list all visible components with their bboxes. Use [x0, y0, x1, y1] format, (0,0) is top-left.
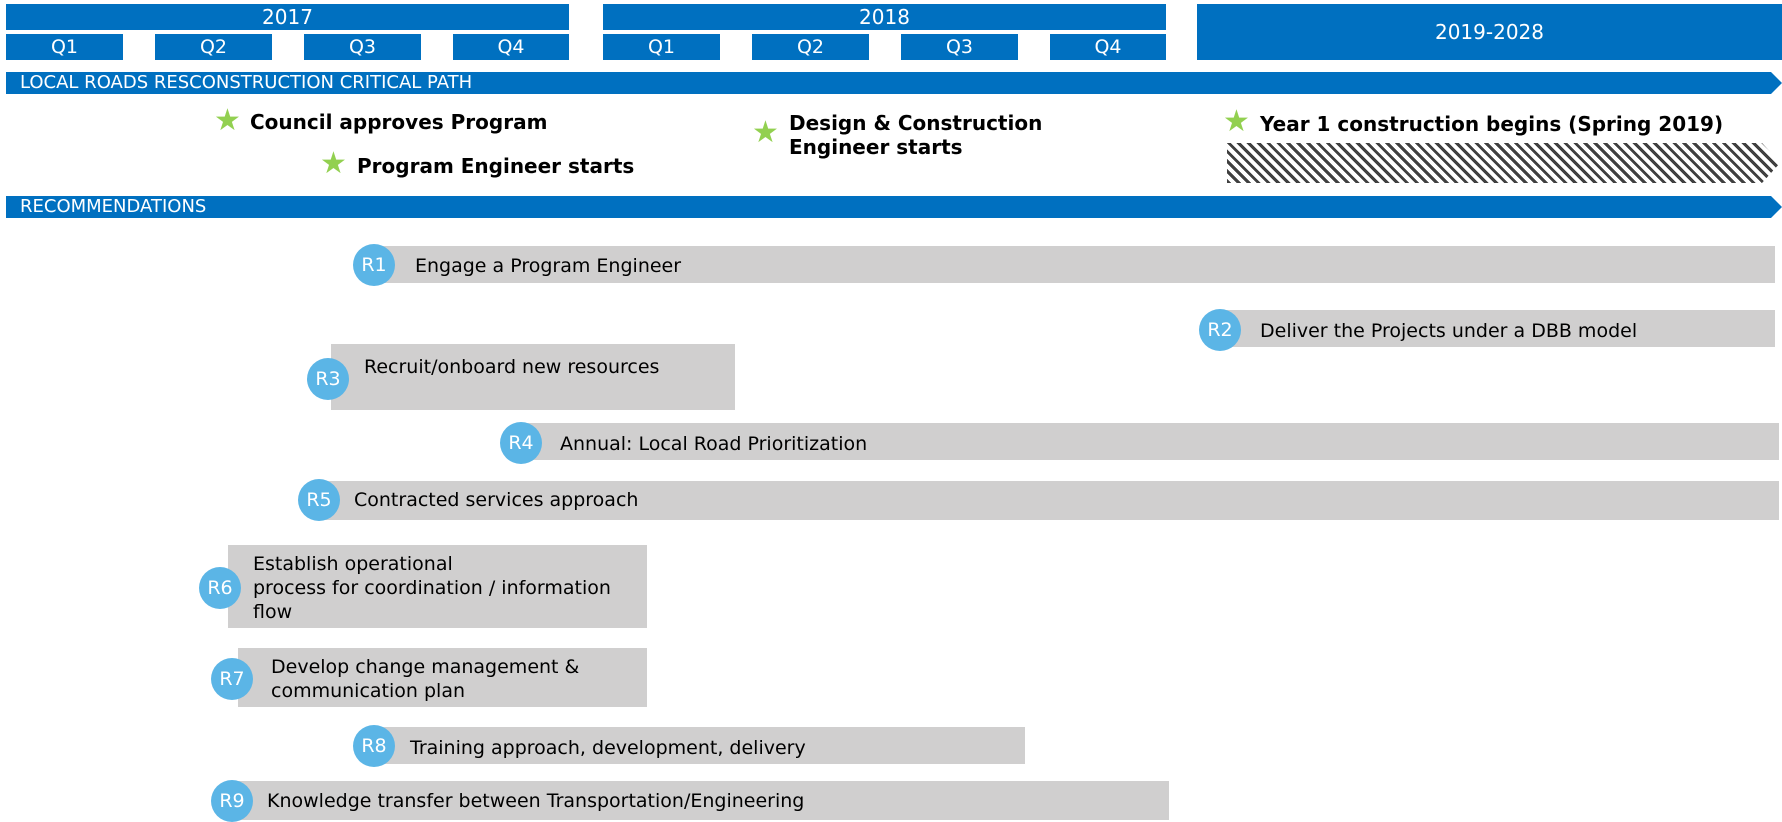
- quarter-header: Q1: [603, 34, 720, 60]
- construction-period-hatch: [1227, 143, 1780, 183]
- quarter-header: Q4: [1050, 34, 1166, 60]
- quarter-header: Q2: [752, 34, 869, 60]
- label-line: Establish operational: [253, 553, 453, 575]
- milestone-design-construction: Design & Construction Engineer starts: [789, 111, 1042, 159]
- quarter-header: Q2: [155, 34, 272, 60]
- milestone-council-approves: Council approves Program: [250, 110, 548, 134]
- recommendations-band: RECOMMENDATIONS: [6, 196, 1782, 218]
- star-icon: ★: [214, 103, 241, 138]
- recommendation-label-r8: Training approach, development, delivery: [410, 737, 806, 759]
- recommendation-label-r7: Develop change management & communicatio…: [271, 655, 579, 703]
- recommendation-label-r9: Knowledge transfer between Transportatio…: [267, 790, 805, 812]
- quarter-header: Q3: [304, 34, 421, 60]
- label-line: process for coordination / information: [253, 577, 611, 599]
- recommendation-label-r4: Annual: Local Road Prioritization: [560, 433, 868, 455]
- quarter-header: Q3: [901, 34, 1018, 60]
- recommendation-badge-r1: R1: [353, 244, 395, 286]
- future-period-header: 2019-2028: [1197, 4, 1782, 60]
- recommendation-badge-r9: R9: [211, 780, 253, 822]
- recommendation-badge-r5: R5: [298, 479, 340, 521]
- label-line: Develop change management &: [271, 656, 580, 678]
- recommendation-badge-r7: R7: [211, 658, 253, 700]
- year-2018-header: 2018: [603, 4, 1166, 30]
- milestone-line: Engineer starts: [789, 135, 963, 159]
- star-icon: ★: [1223, 104, 1250, 139]
- quarter-header: Q1: [6, 34, 123, 60]
- recommendation-label-r2: Deliver the Projects under a DBB model: [1260, 320, 1638, 342]
- recommendation-badge-r6: R6: [199, 567, 241, 609]
- recommendation-badge-r8: R8: [353, 725, 395, 767]
- recommendation-badge-r4: R4: [500, 422, 542, 464]
- star-icon: ★: [752, 115, 779, 150]
- recommendation-label-r5: Contracted services approach: [354, 489, 639, 511]
- label-line: communication plan: [271, 680, 465, 702]
- recommendation-badge-r3: R3: [307, 358, 349, 400]
- milestone-program-engineer: Program Engineer starts: [357, 154, 635, 178]
- recommendation-label-r6: Establish operational process for coordi…: [253, 552, 611, 624]
- critical-path-band: LOCAL ROADS RESCONSTRUCTION CRITICAL PAT…: [6, 72, 1782, 94]
- recommendation-badge-r2: R2: [1199, 309, 1241, 351]
- label-line: flow: [253, 601, 293, 623]
- milestone-line: Design & Construction: [789, 111, 1043, 135]
- star-icon: ★: [320, 146, 347, 181]
- milestone-year1-construction: Year 1 construction begins (Spring 2019): [1260, 112, 1724, 136]
- quarter-header: Q4: [453, 34, 569, 60]
- year-2017-header: 2017: [6, 4, 569, 30]
- recommendation-label-r1: Engage a Program Engineer: [415, 255, 682, 277]
- recommendation-label-r3: Recruit/onboard new resources: [364, 356, 660, 378]
